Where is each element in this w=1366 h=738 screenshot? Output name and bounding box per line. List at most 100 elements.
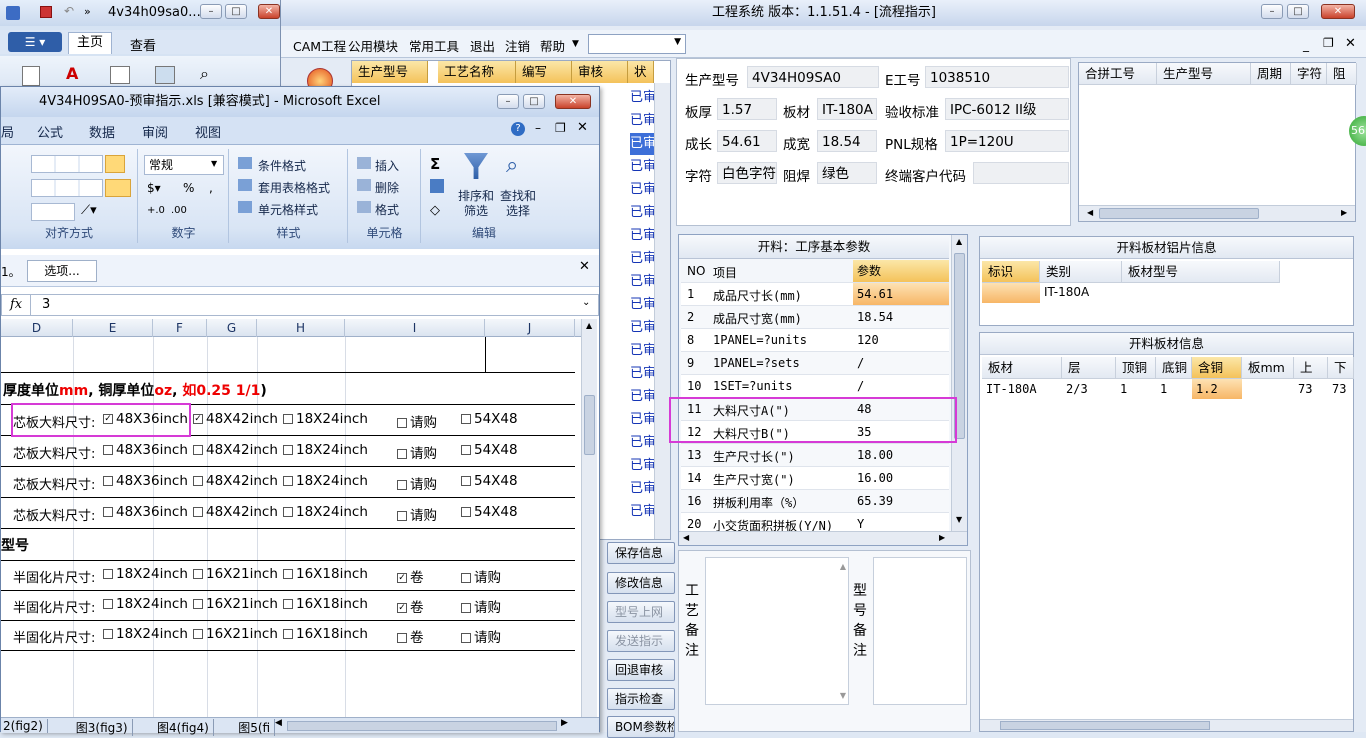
- decrease-decimal-icon[interactable]: .00: [171, 205, 187, 216]
- toolbar-combobox[interactable]: ▼: [588, 34, 686, 54]
- col-header-j[interactable]: J: [485, 319, 575, 337]
- excel-minimize-button[interactable]: –: [497, 94, 519, 109]
- checkbox-icon[interactable]: [397, 479, 407, 490]
- prepreg-size-option[interactable]: 16X18inch: [283, 626, 368, 642]
- param-value[interactable]: 18.00: [857, 448, 893, 462]
- status-cell[interactable]: 已审: [630, 409, 656, 431]
- status-cell[interactable]: 已审: [630, 294, 656, 316]
- status-cell[interactable]: 已审: [630, 432, 656, 454]
- field-width[interactable]: 18.54: [817, 130, 877, 152]
- sort-filter-button[interactable]: 排序和 筛选: [458, 189, 494, 219]
- core-size-option[interactable]: 54X48: [461, 504, 518, 520]
- checked-box-icon[interactable]: ✓: [397, 573, 407, 583]
- menu-cam[interactable]: CAM工程: [293, 36, 346, 55]
- checkbox-icon[interactable]: [283, 569, 293, 579]
- sheet-tab[interactable]: 图4(fig4): [157, 719, 214, 736]
- undo-icon[interactable]: ↶: [64, 4, 74, 18]
- core-size-option[interactable]: 请购: [397, 411, 437, 431]
- checkbox-icon[interactable]: [103, 475, 113, 486]
- col-header-g[interactable]: G: [207, 319, 257, 337]
- qat-more-icon[interactable]: »: [84, 5, 91, 18]
- model-remark-textarea[interactable]: [873, 557, 967, 705]
- ribbon-minimize-button[interactable]: –: [535, 121, 541, 135]
- core-size-option[interactable]: ✓ 48X42inch: [193, 411, 278, 427]
- checkbox-icon[interactable]: [193, 506, 203, 517]
- board-cell-4[interactable]: 1.2: [1192, 379, 1242, 399]
- scroll-left-icon[interactable]: ◀: [1087, 208, 1093, 217]
- scroll-right-icon[interactable]: ▶: [561, 718, 568, 728]
- list-vscroll[interactable]: [654, 83, 670, 539]
- status-cell[interactable]: 已审: [630, 202, 656, 224]
- app-maximize-button[interactable]: □: [1287, 4, 1309, 19]
- param-row[interactable]: 8 1PANEL=?units 120: [681, 329, 949, 352]
- board-hscroll[interactable]: [980, 719, 1353, 731]
- prepreg-size-option[interactable]: 18X24inch: [103, 596, 188, 612]
- status-cell[interactable]: 已审: [630, 478, 656, 500]
- board-cell-2[interactable]: 1: [1116, 379, 1156, 399]
- prepreg-size-option[interactable]: 卷: [397, 626, 424, 646]
- status-cell[interactable]: 已审: [630, 340, 656, 362]
- params-vscroll[interactable]: ▲ ▼: [951, 235, 967, 531]
- sheet-tab[interactable]: 图5(fi: [238, 719, 276, 736]
- board-header-2[interactable]: 顶铜: [1116, 357, 1156, 379]
- tab-formulas[interactable]: 公式: [37, 122, 63, 141]
- minimize-button[interactable]: –: [200, 4, 222, 19]
- sheet-header-mark[interactable]: 标识: [982, 261, 1040, 283]
- status-cell[interactable]: 已审: [630, 363, 656, 385]
- checkbox-icon[interactable]: [193, 475, 203, 486]
- core-size-option[interactable]: 54X48: [461, 411, 518, 427]
- list-header-process[interactable]: 工艺名称: [438, 61, 516, 83]
- board-header-4[interactable]: 含铜mm: [1192, 357, 1242, 397]
- align-left-buttons[interactable]: [31, 179, 103, 197]
- checkbox-icon[interactable]: [283, 475, 293, 486]
- fx-icon[interactable]: fx: [10, 297, 22, 312]
- orientation-icon[interactable]: ⟋▾: [81, 203, 111, 221]
- checkbox-icon[interactable]: [397, 633, 407, 643]
- paragraph-icon[interactable]: [110, 66, 130, 84]
- prepreg-size-option[interactable]: 18X24inch: [103, 566, 188, 582]
- font-color-icon[interactable]: A: [66, 64, 78, 83]
- board-header-6[interactable]: 上: [1294, 357, 1328, 379]
- tab-view[interactable]: 视图: [195, 122, 221, 141]
- checked-box-icon[interactable]: ✓: [193, 413, 203, 424]
- scroll-down-icon[interactable]: ▼: [956, 515, 962, 524]
- field-char[interactable]: 白色字符: [717, 162, 777, 184]
- board-hscroll-thumb[interactable]: [1000, 721, 1210, 730]
- param-row[interactable]: 13 生产尺寸长(") 18.00: [681, 444, 949, 467]
- checkbox-icon[interactable]: [461, 633, 471, 643]
- prepreg-size-option[interactable]: 请购: [461, 566, 501, 586]
- checkbox-icon[interactable]: [193, 569, 203, 579]
- board-header-7[interactable]: 下: [1328, 357, 1354, 379]
- checkbox-icon[interactable]: [103, 599, 113, 609]
- clear-icon[interactable]: ◇: [430, 203, 440, 218]
- app-minimize-button[interactable]: –: [1261, 4, 1283, 19]
- status-cell[interactable]: 已审: [630, 317, 656, 339]
- sort-filter-icon[interactable]: [464, 153, 488, 179]
- col-header-h[interactable]: H: [257, 319, 345, 337]
- binoculars-icon[interactable]: ⌕: [200, 64, 209, 84]
- field-standard[interactable]: IPC-6012 II级: [945, 98, 1069, 120]
- board-header-5[interactable]: 板mm: [1242, 357, 1294, 379]
- param-value[interactable]: 18.54: [857, 310, 893, 324]
- indent-buttons[interactable]: [31, 203, 75, 221]
- board-cell-6[interactable]: 73: [1294, 379, 1328, 399]
- col-header-i[interactable]: I: [345, 319, 485, 337]
- field-client[interactable]: [973, 162, 1069, 184]
- checkbox-icon[interactable]: [103, 444, 113, 455]
- tab-home[interactable]: 主页: [68, 32, 112, 54]
- increase-decimal-icon[interactable]: +.0: [147, 205, 165, 216]
- sheet-cell-type[interactable]: IT-180A: [1044, 285, 1089, 299]
- tab-partial[interactable]: 局: [1, 122, 14, 141]
- menu-exit[interactable]: 退出: [470, 36, 495, 55]
- checkbox-icon[interactable]: [397, 510, 407, 521]
- checkbox-icon[interactable]: [283, 599, 293, 609]
- prepreg-size-option[interactable]: 请购: [461, 626, 501, 646]
- status-cell[interactable]: 已审: [630, 179, 656, 201]
- picture-icon[interactable]: [155, 66, 175, 84]
- param-row[interactable]: 1 成品尺寸长(mm) 54.61: [681, 283, 949, 306]
- field-eno[interactable]: 1038510: [925, 66, 1069, 88]
- core-size-option[interactable]: 54X48: [461, 442, 518, 458]
- wrap-text-icon[interactable]: [105, 155, 125, 173]
- core-size-option[interactable]: 请购: [397, 473, 437, 493]
- board-header-0[interactable]: 板材: [982, 357, 1062, 379]
